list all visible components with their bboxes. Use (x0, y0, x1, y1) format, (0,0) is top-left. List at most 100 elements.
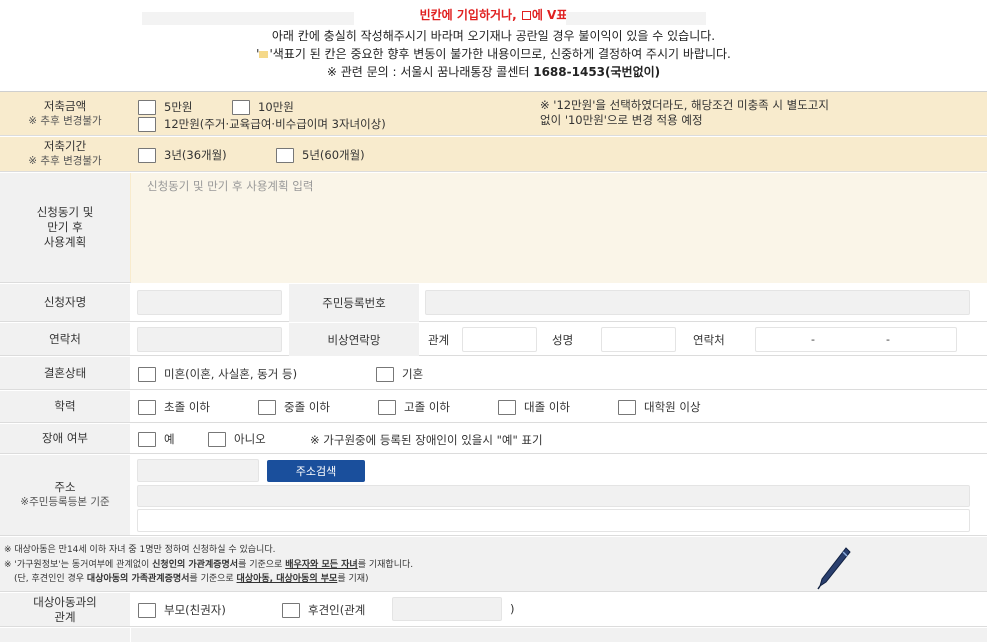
checkbox[interactable] (138, 431, 156, 447)
marital-label-text: 결혼상태 (43, 365, 87, 380)
yellow-color-sample-icon (259, 51, 269, 58)
emergency-phone-label: 연락처 (693, 333, 725, 347)
checkbox[interactable] (618, 399, 636, 415)
option-label: 예 (164, 432, 175, 446)
emergency-contact-label: 비상연락망 (289, 323, 419, 356)
address-input[interactable] (137, 485, 970, 507)
option-12man[interactable]: 12만원(주거·교육급여·비수급이며 3자녀이상) (138, 116, 386, 132)
address-label-text: 주소 (54, 480, 76, 494)
checkbox[interactable] (258, 399, 276, 415)
checkbox[interactable] (138, 399, 156, 415)
rrn-label: 주민등록번호 (289, 284, 419, 322)
relation-label: 관계 (428, 333, 450, 347)
note-text: 를 기준으로 (238, 559, 286, 570)
applicant-name-label: 신청자명 (0, 284, 130, 321)
notice-line-2: 아래 칸에 충실히 작성해주시기 바라며 오기재나 공란일 경우 불이익이 있을… (271, 29, 716, 43)
savings-period-label: 저축기간 ※ 추후 변경불가 (0, 137, 130, 171)
motive-row: 신청동기 및 만기 후 사용계획 신청동기 및 만기 후 사용계획 입력 (0, 173, 987, 283)
relation-label: 대상아동과의 관계 (0, 593, 130, 626)
note-bold: 신청인의 가관계증명서 (152, 559, 239, 570)
contact-input[interactable] (137, 327, 282, 352)
notice-line-3: ' '색표기 된 칸은 중요한 향후 변동이 불가한 내용이므로, 신중하게 결정… (0, 45, 987, 62)
emergency-relation-input[interactable] (462, 327, 537, 352)
disability-label: 장애 여부 (0, 424, 130, 453)
disability-row: 장애 여부 예 아니오 ※ 가구원중에 등록된 장애인이 있을시 "예" 표기 (0, 424, 987, 454)
emergency-contact-label-text: 비상연락망 (327, 332, 381, 347)
option-parent[interactable]: 부모(친권자) (138, 602, 226, 618)
address-search-button[interactable]: 주소검색 (267, 460, 365, 482)
option-disability-no[interactable]: 아니오 (208, 431, 266, 447)
checkbox[interactable] (138, 366, 156, 382)
note-bold: 대상아동의 가족관계증명서 (86, 574, 190, 584)
note-text: (단, 후견인인 경우 (14, 574, 87, 584)
option-edu-college[interactable]: 대졸 이하 (498, 399, 570, 415)
note-text: ※ '가구원정보'는 동거여부에 관계없이 (4, 559, 153, 570)
option-3year[interactable]: 3년(36개월) (138, 147, 227, 163)
option-label: 부모(친권자) (164, 603, 226, 617)
motive-placeholder: 신청동기 및 만기 후 사용계획 입력 (147, 179, 314, 193)
address-detail-input[interactable] (137, 509, 970, 532)
notice-line-1-text: 빈칸에 기입하거나, (419, 8, 521, 22)
option-edu-graduate[interactable]: 대학원 이상 (618, 399, 701, 415)
address-sub-text: ※주민등록등본 기준 (20, 496, 110, 508)
rrn-input[interactable] (425, 290, 970, 315)
education-label: 학력 (0, 391, 130, 422)
option-edu-high[interactable]: 고졸 이하 (378, 399, 450, 415)
household-header-row (0, 628, 987, 642)
option-label: 초졸 이하 (164, 400, 210, 414)
option-label: 12만원(주거·교육급여·비수급이며 3자녀이상) (164, 117, 386, 131)
option-5man[interactable]: 5만원 (138, 99, 192, 115)
option-label: 기혼 (402, 367, 424, 381)
option-label: 중졸 이하 (284, 400, 330, 414)
household-label (0, 628, 130, 642)
motive-label: 신청동기 및 만기 후 사용계획 (0, 173, 130, 282)
option-edu-elementary[interactable]: 초졸 이하 (138, 399, 210, 415)
note-underline: 대상아동, 대상아동의 부모 (236, 574, 338, 584)
emergency-name-label: 성명 (552, 333, 574, 347)
option-label: 대졸 이하 (524, 400, 570, 414)
motive-textarea[interactable]: 신청동기 및 만기 후 사용계획 입력 (131, 173, 987, 283)
emergency-phone-input[interactable]: - - (755, 327, 957, 352)
savings-period-sub-text: ※ 추후 변경불가 (28, 155, 102, 167)
option-guardian[interactable]: 후견인(관계 (282, 602, 365, 618)
option-5year[interactable]: 5년(60개월) (276, 147, 365, 163)
marital-label: 결혼상태 (0, 357, 130, 389)
option-married[interactable]: 기혼 (376, 366, 423, 382)
guardian-relation-input[interactable] (392, 597, 502, 621)
applicant-name-input[interactable] (137, 290, 282, 315)
checkbox[interactable] (208, 431, 226, 447)
applicant-row: 신청자명 주민등록번호 (0, 284, 987, 322)
contact-label-text: 연락처 (49, 331, 81, 346)
option-label: 5년(60개월) (302, 148, 365, 162)
call-center-number: 1688-1453(국번없이) (533, 65, 661, 79)
option-label: 대학원 이상 (644, 400, 701, 414)
option-label: 아니오 (234, 432, 266, 446)
emergency-name-input[interactable] (601, 327, 676, 352)
redacted-area-left (142, 12, 354, 25)
option-10man[interactable]: 10만원 (232, 99, 294, 115)
close-paren: ) (510, 602, 515, 616)
motive-label-line: 사용계획 (43, 235, 87, 249)
household-header (131, 628, 987, 642)
applicant-name-label-text: 신청자명 (43, 295, 87, 309)
disability-label-text: 장애 여부 (42, 431, 88, 445)
checkbox[interactable] (138, 602, 156, 618)
checkbox[interactable] (232, 99, 250, 115)
checkbox[interactable] (376, 366, 394, 382)
note-line: ※ '12만원'을 선택하였더라도, 해당조건 미충족 시 별도고지 (540, 98, 829, 112)
checkbox[interactable] (276, 147, 294, 163)
checkbox[interactable] (138, 147, 156, 163)
option-edu-middle[interactable]: 중졸 이하 (258, 399, 330, 415)
option-disability-yes[interactable]: 예 (138, 431, 175, 447)
note-line: 없이 '10만원'으로 변경 적용 예정 (540, 113, 703, 127)
checkbox[interactable] (282, 602, 300, 618)
phone-dash: - (886, 333, 890, 346)
checkbox[interactable] (138, 116, 156, 132)
notice-line-4-prefix: ※ 관련 문의 : 서울시 꿈나래통장 콜센터 (326, 65, 534, 79)
checkbox[interactable] (138, 99, 156, 115)
education-label-text: 학력 (54, 399, 76, 413)
checkbox[interactable] (378, 399, 396, 415)
postal-code-input[interactable] (137, 459, 259, 482)
option-single[interactable]: 미혼(이혼, 사실혼, 동거 등) (138, 366, 297, 382)
checkbox[interactable] (498, 399, 516, 415)
